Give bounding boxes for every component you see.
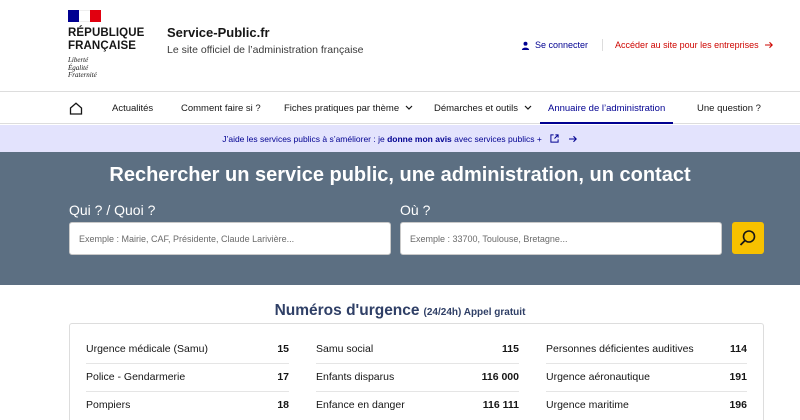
- emergency-number: 116 000: [481, 371, 519, 383]
- emergency-number: 17: [277, 371, 289, 383]
- brand-name: RÉPUBLIQUE FRANÇAISE: [68, 27, 145, 52]
- nav-item-fiches-pratiques[interactable]: Fiches pratiques par thème: [284, 92, 413, 124]
- marianne-flag-icon: [68, 10, 101, 22]
- external-link-icon: [550, 134, 559, 143]
- login-label: Se connecter: [535, 40, 589, 50]
- login-link[interactable]: Se connecter: [521, 40, 588, 50]
- emergency-item-enfants-disparus[interactable]: Enfants disparus 116 000: [316, 363, 519, 391]
- nav-item-une-question[interactable]: Une question ?: [697, 92, 761, 124]
- republique-francaise-logo[interactable]: RÉPUBLIQUE FRANÇAISE Liberté Égalité Fra…: [68, 10, 154, 80]
- emergency-title: Numéros d'urgence (24/24h) Appel gratuit: [0, 302, 800, 320]
- emergency-subtitle: (24/24h) Appel gratuit: [423, 307, 526, 318]
- banner-text: J’aide les services publics à s’améliore…: [222, 133, 542, 144]
- chevron-down-icon: [524, 105, 532, 110]
- feedback-banner[interactable]: J’aide les services publics à s’améliore…: [0, 125, 800, 152]
- pro-site-link[interactable]: Accéder au site pour les entreprises: [615, 40, 774, 50]
- search-section: Rechercher un service public, une admini…: [0, 152, 800, 285]
- search-icon: [739, 230, 756, 246]
- nav-item-comment-faire-si[interactable]: Comment faire si ?: [181, 92, 261, 124]
- emergency-number: 114: [730, 343, 747, 355]
- nav-home[interactable]: [69, 92, 83, 124]
- site-identity[interactable]: Service-Public.fr Le site officiel de l’…: [167, 25, 364, 57]
- search-title: Rechercher un service public, une admini…: [109, 164, 691, 186]
- site-header: RÉPUBLIQUE FRANÇAISE Liberté Égalité Fra…: [0, 0, 800, 92]
- header-tools: Se connecter Accéder au site pour les en…: [521, 39, 774, 51]
- site-tagline: Le site officiel de l’administration fra…: [167, 44, 364, 56]
- nav-item-demarches-outils[interactable]: Démarches et outils: [434, 92, 532, 124]
- home-icon: [69, 101, 83, 115]
- emergency-item-enfance-danger[interactable]: Enfance en danger 116 111: [316, 391, 519, 419]
- search-button[interactable]: [732, 222, 764, 254]
- emergency-item-deficients-auditifs[interactable]: Personnes déficientes auditives 114: [546, 335, 747, 363]
- emergency-numbers-box: Urgence médicale (Samu) 15 Police - Genda…: [69, 323, 764, 420]
- emergency-number: 116 111: [482, 399, 519, 411]
- chevron-down-icon: [405, 105, 413, 110]
- emergency-number: 15: [277, 343, 289, 355]
- who-search-input[interactable]: [69, 222, 391, 255]
- emergency-item-maritime[interactable]: Urgence maritime 196: [546, 391, 747, 419]
- emergency-heading: Numéros d'urgence: [274, 302, 420, 319]
- where-label: Où ?: [400, 202, 431, 218]
- tools-divider: [602, 39, 604, 51]
- banner-link-bold[interactable]: donne mon avis: [387, 134, 452, 144]
- site-title[interactable]: Service-Public.fr: [167, 25, 364, 41]
- emergency-number: 196: [729, 399, 747, 411]
- user-icon: [521, 41, 530, 50]
- emergency-item-samu-social[interactable]: Samu social 115: [316, 335, 519, 363]
- emergency-item-samu[interactable]: Urgence médicale (Samu) 15: [86, 335, 289, 363]
- emergency-number: 18: [277, 399, 289, 411]
- nav-item-actualites[interactable]: Actualités: [112, 92, 153, 124]
- emergency-number: 191: [729, 371, 747, 383]
- main-navigation: Actualités Comment faire si ? Fiches pra…: [0, 92, 800, 124]
- where-search-input[interactable]: [400, 222, 722, 255]
- arrow-right-icon: [764, 41, 773, 49]
- who-label: Qui ? / Quoi ?: [69, 202, 156, 218]
- brand-motto: Liberté Égalité Fraternité: [68, 56, 97, 79]
- emergency-item-police[interactable]: Police - Gendarmerie 17: [86, 363, 289, 391]
- pro-site-label: Accéder au site pour les entreprises: [615, 40, 759, 50]
- emergency-number: 115: [502, 343, 519, 355]
- arrow-right-icon: [568, 135, 577, 142]
- emergency-item-pompiers[interactable]: Pompiers 18: [86, 391, 289, 419]
- emergency-item-aeronautique[interactable]: Urgence aéronautique 191: [546, 363, 747, 391]
- nav-item-annuaire[interactable]: Annuaire de l’administration: [540, 92, 674, 124]
